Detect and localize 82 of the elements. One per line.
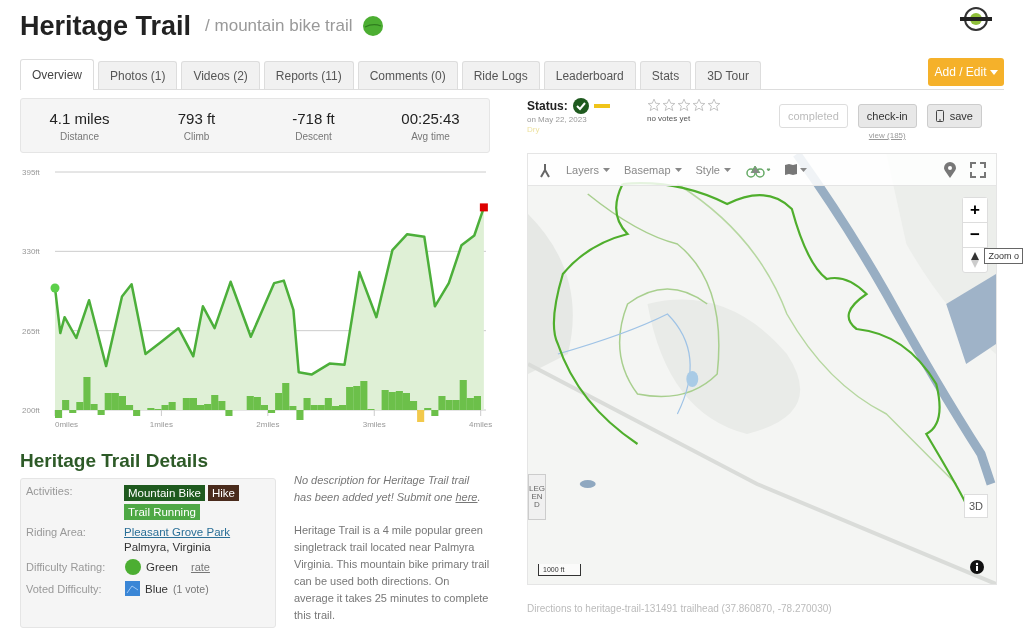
submit-link[interactable]: here bbox=[455, 491, 478, 504]
stat-value: -718 ft bbox=[292, 109, 335, 127]
map-menu[interactable]: Layers bbox=[566, 163, 611, 176]
3d-button[interactable]: 3D bbox=[964, 494, 988, 518]
legend-tab[interactable]: LEGEND bbox=[528, 474, 546, 520]
stat-value: 00:25:43 bbox=[401, 109, 460, 127]
axis-label: 3miles bbox=[362, 420, 386, 429]
description-text: Heritage Trail is a 4 mile popular green singletrack trail located near Palmyra Virginia. This mountain bike primary trail can be used both directions. On average it takes 25 minutes to complete this trail. bbox=[294, 523, 490, 624]
star-icon[interactable] bbox=[692, 98, 706, 112]
tab[interactable]: Overview bbox=[20, 59, 94, 90]
phone-icon bbox=[935, 110, 944, 122]
axis-label: 2miles bbox=[256, 420, 280, 429]
axis-label: 4miles bbox=[469, 420, 493, 429]
stat-label: Avg time bbox=[411, 130, 450, 142]
stat-label: Climb bbox=[183, 130, 210, 142]
tab[interactable]: Reports (11) bbox=[263, 61, 354, 89]
star-icon[interactable] bbox=[647, 98, 661, 112]
tab[interactable]: Photos (1) bbox=[98, 61, 178, 89]
directions-text: Directions to heritage-trail-131491 trailhead (37.860870, -78.270030) bbox=[527, 603, 833, 614]
caret-icon bbox=[603, 167, 611, 172]
map-icon[interactable] bbox=[785, 163, 807, 176]
difficulty-square-icon bbox=[125, 581, 140, 596]
vote-count: (1 vote) bbox=[173, 582, 209, 595]
page-title: Heritage Trail bbox=[20, 10, 192, 42]
field-label: Activities: bbox=[26, 485, 74, 499]
axis-label: 265ft bbox=[22, 326, 40, 336]
save-button[interactable]: save bbox=[926, 104, 982, 128]
axis-label: 395ft bbox=[22, 168, 40, 177]
caret-icon bbox=[724, 167, 731, 172]
map-menu[interactable]: Style bbox=[695, 163, 731, 176]
field-label: Riding Area: bbox=[26, 526, 87, 540]
star-icon[interactable] bbox=[677, 98, 691, 112]
section-heading: Heritage Trail Details bbox=[20, 450, 209, 472]
rate-link[interactable]: rate bbox=[190, 561, 210, 573]
check-in-button[interactable]: check-in bbox=[857, 104, 917, 128]
stat-value: 4.1 miles bbox=[49, 109, 110, 127]
fullscreen-icon[interactable] bbox=[970, 161, 986, 178]
description-note: No description for Heritage Trail trail has been added yet! Submit one here. bbox=[294, 473, 482, 506]
stat-label: Distance bbox=[60, 130, 99, 142]
difficulty-circle-icon bbox=[362, 15, 385, 37]
field-label: Voted Difficulty: bbox=[26, 582, 103, 595]
status-label: Status: bbox=[527, 99, 568, 113]
end-marker bbox=[479, 203, 488, 212]
info-icon[interactable] bbox=[970, 560, 984, 574]
caret-icon bbox=[989, 69, 998, 75]
stat-label: Descent bbox=[295, 130, 332, 142]
condition-text: Dry bbox=[527, 125, 541, 134]
difficulty-value: Blue bbox=[145, 582, 169, 595]
logo-icon[interactable] bbox=[958, 6, 994, 32]
vote-status: no votes yet bbox=[647, 114, 692, 123]
axis-label: 200ft bbox=[22, 406, 40, 415]
zoom-in-button[interactable]: + bbox=[963, 198, 987, 223]
riding-area-link[interactable]: Pleasant Grove Park bbox=[124, 526, 231, 538]
activity-tag[interactable]: Hike bbox=[207, 485, 239, 501]
axis-label: 0miles bbox=[55, 420, 79, 429]
axis-label: 1miles bbox=[149, 420, 173, 429]
tab[interactable]: Stats bbox=[639, 61, 692, 89]
start-marker bbox=[50, 283, 60, 293]
field-label: Difficulty Rating: bbox=[26, 561, 107, 573]
axis-label: 330ft bbox=[22, 247, 40, 257]
tab[interactable]: Leaderboard bbox=[543, 61, 636, 89]
location-pin-icon[interactable] bbox=[944, 161, 956, 178]
status-date: on May 22, 2023 bbox=[527, 115, 588, 124]
hiker-icon[interactable] bbox=[538, 161, 552, 178]
caret-icon bbox=[674, 167, 682, 172]
star-icon[interactable] bbox=[707, 98, 721, 112]
difficulty-circle-icon bbox=[125, 559, 141, 575]
tab[interactable]: Videos (2) bbox=[181, 61, 260, 89]
check-circle-icon bbox=[572, 98, 589, 114]
stat-value: 793 ft bbox=[177, 109, 216, 127]
tooltip: Zoom o bbox=[984, 248, 1023, 264]
star-icon[interactable] bbox=[662, 98, 676, 112]
activity-tag[interactable]: Mountain Bike bbox=[124, 485, 205, 501]
difficulty-value: Green bbox=[146, 561, 178, 573]
map-menu[interactable]: Basemap bbox=[624, 163, 682, 176]
compass-icon[interactable] bbox=[970, 252, 980, 268]
tab[interactable]: Ride Logs bbox=[461, 61, 540, 89]
condition-bar-icon bbox=[593, 104, 610, 108]
tab[interactable]: 3D Tour bbox=[695, 61, 761, 89]
page-subtitle: / mountain bike trail bbox=[205, 16, 353, 36]
tab[interactable]: Comments (0) bbox=[357, 61, 458, 89]
location-text: Palmyra, Virginia bbox=[124, 541, 212, 553]
